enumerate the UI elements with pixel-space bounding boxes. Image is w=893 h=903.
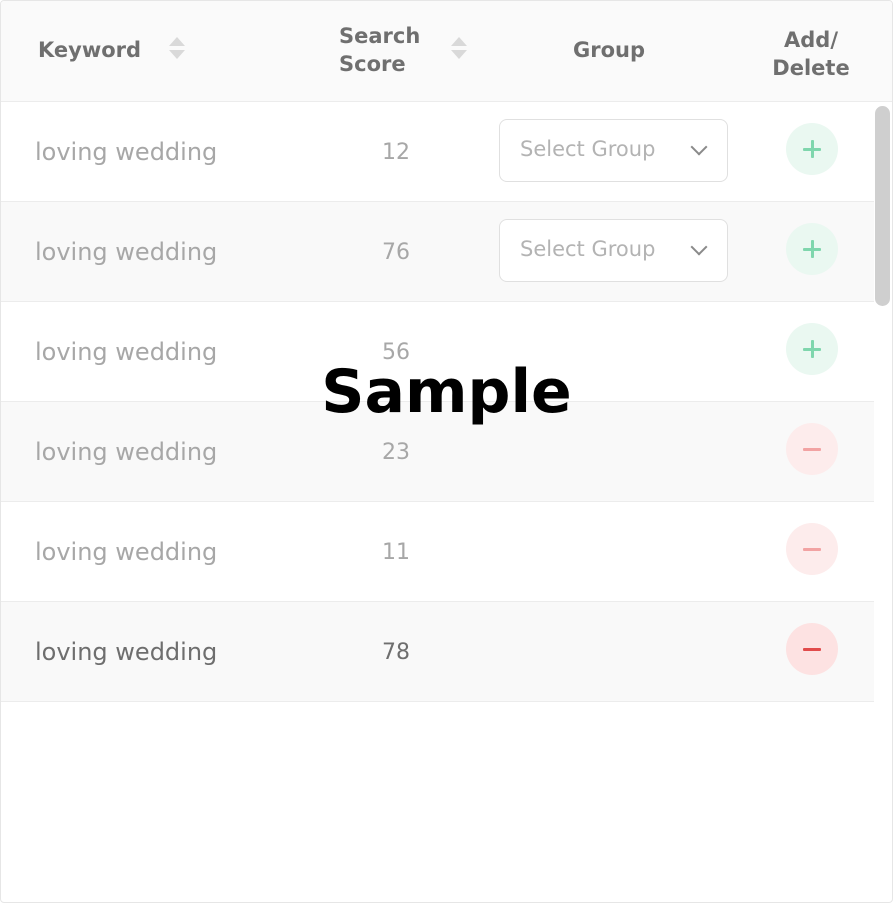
keyword-cell: loving wedding [35,138,218,166]
keyword-cell: loving wedding [35,438,218,466]
delete-keyword-button[interactable] [786,623,838,675]
group-select[interactable]: Select Group [499,219,728,282]
table-row: loving wedding 11 [1,502,874,602]
sort-icon[interactable] [451,37,469,67]
sort-icon[interactable] [169,37,187,67]
add-keyword-button[interactable] [786,223,838,275]
table-row: loving wedding 76 Select Group [1,202,874,302]
table-row: loving wedding 78 [1,602,874,702]
add-keyword-button[interactable] [786,123,838,175]
minus-icon [803,648,821,651]
table-row: loving wedding 12 Select Group [1,102,874,202]
column-header-add-delete: Add/ Delete [772,28,850,80]
group-select-placeholder: Select Group [520,137,656,161]
delete-keyword-button[interactable] [786,523,838,575]
search-score-cell: 76 [382,240,410,265]
keyword-table-panel: Keyword Search Score Group Add/ Delete l… [0,0,893,903]
vertical-scrollbar[interactable] [875,106,890,306]
search-score-cell: 78 [382,640,410,665]
minus-icon [803,448,821,451]
column-header-group: Group [573,38,646,62]
keyword-cell: loving wedding [35,238,218,266]
sample-watermark: Sample [321,357,572,427]
keyword-cell: loving wedding [35,538,218,566]
delete-keyword-button[interactable] [786,423,838,475]
search-score-cell: 23 [382,440,410,465]
keyword-cell: loving wedding [35,638,218,666]
minus-icon [803,548,821,551]
search-score-cell: 11 [382,540,410,565]
group-select-placeholder: Select Group [520,237,656,261]
chevron-down-icon [690,238,708,256]
search-score-cell: 12 [382,140,410,165]
column-header-search-score[interactable]: Search Score [339,22,449,78]
column-header-keyword[interactable]: Keyword [38,36,141,64]
table-header: Keyword Search Score Group Add/ Delete [1,1,892,102]
chevron-down-icon [690,138,708,156]
group-select[interactable]: Select Group [499,119,728,182]
